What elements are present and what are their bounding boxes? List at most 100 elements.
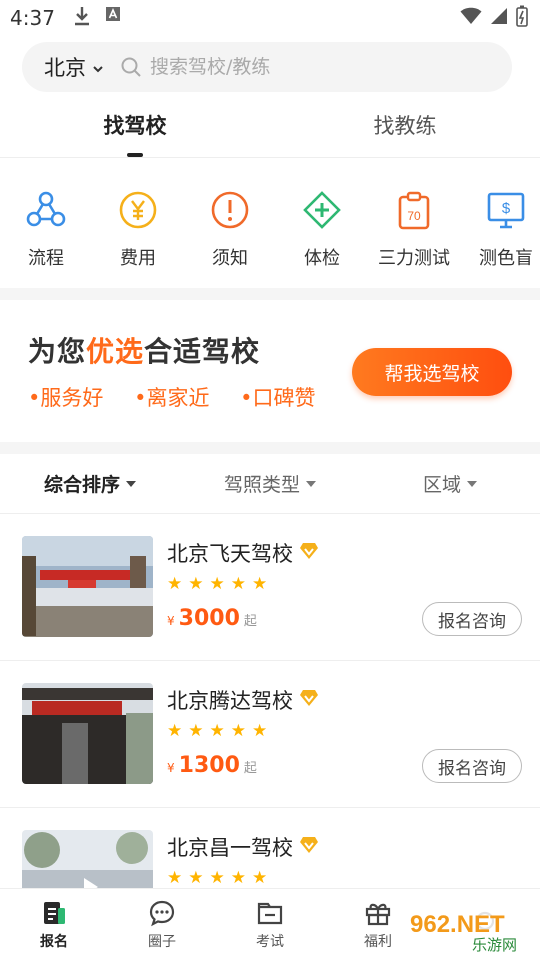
- filter-license-type[interactable]: 驾照类型: [180, 470, 360, 497]
- chat-bubble-icon: [149, 900, 175, 926]
- caret-down-icon: [306, 480, 316, 487]
- category-three-ability-test[interactable]: 70 三力测试: [368, 190, 460, 288]
- svg-text:乐游网: 乐游网: [472, 936, 517, 954]
- divider: [0, 442, 540, 454]
- caret-down-icon: [126, 480, 136, 487]
- filter-bar: 综合排序 驾照类型 区域: [0, 454, 540, 514]
- test-score-text: 70: [407, 209, 421, 223]
- verified-badge-icon: [299, 688, 319, 712]
- verified-badge-icon: [299, 541, 319, 565]
- star-icon: ★: [252, 721, 268, 741]
- yen-coin-icon: [119, 191, 157, 229]
- banner-features: •服务好 •离家近 •口碑赞: [28, 386, 316, 410]
- main-tabs: 找驾校 找教练: [0, 92, 540, 158]
- star-icon: ★: [230, 868, 246, 888]
- star-icon: ★: [167, 574, 183, 594]
- status-time: 4:37: [10, 6, 55, 30]
- star-icon: ★: [230, 574, 246, 594]
- exam-folder-icon: [257, 902, 283, 924]
- tab-label: 找驾校: [103, 113, 167, 138]
- verified-badge-icon: [299, 835, 319, 859]
- svg-text:$: $: [502, 200, 511, 217]
- school-item[interactable]: 北京飞天驾校 ★ ★ ★ ★ ★ ¥ 3000 起 报名咨询: [0, 514, 540, 661]
- exclamation-icon: [211, 191, 249, 229]
- choose-school-button[interactable]: 帮我选驾校: [352, 348, 512, 396]
- nav-label: 福利: [364, 933, 392, 950]
- medical-cross-icon: [303, 191, 341, 229]
- category-medical[interactable]: 体检: [276, 190, 368, 288]
- nav-label: 圈子: [148, 933, 176, 950]
- monitor-dollar-icon: $: [487, 192, 525, 229]
- school-name-row: 北京昌一驾校: [167, 832, 522, 862]
- test-clipboard-icon: 70: [398, 191, 430, 230]
- category-label: 流程: [28, 248, 64, 269]
- wifi-icon: [460, 7, 482, 29]
- battery-icon: [516, 5, 528, 31]
- search-icon: [120, 56, 142, 78]
- category-label: 测色盲: [479, 248, 533, 269]
- school-price: ¥ 3000 起: [167, 606, 257, 631]
- nav-label: 报名: [40, 933, 68, 950]
- screen: 4:37 北京 搜索驾校/教练 找驾校 找教练 流程 费用 须知 体检 70 三…: [0, 0, 540, 960]
- status-bar: 4:37: [0, 0, 540, 36]
- rating-stars: ★ ★ ★ ★ ★: [167, 721, 522, 741]
- signal-icon: [490, 7, 508, 29]
- star-icon: ★: [252, 868, 268, 888]
- rating-stars: ★ ★ ★ ★ ★: [167, 868, 522, 888]
- search-input[interactable]: [150, 56, 512, 78]
- flow-icon: [26, 191, 66, 227]
- tab-label: 找教练: [373, 113, 437, 138]
- school-name-row: 北京飞天驾校: [167, 538, 522, 568]
- star-icon: ★: [167, 868, 183, 888]
- star-icon: ★: [167, 721, 183, 741]
- category-fee[interactable]: 费用: [92, 190, 184, 288]
- tab-find-school[interactable]: 找驾校: [0, 92, 270, 157]
- consult-button[interactable]: 报名咨询: [422, 602, 522, 636]
- school-photo: [22, 536, 153, 637]
- school-price: ¥ 1300 起: [167, 753, 257, 778]
- consult-button[interactable]: 报名咨询: [422, 749, 522, 783]
- category-label: 三力测试: [378, 248, 450, 269]
- school-photo: [22, 683, 153, 784]
- category-color-blind[interactable]: $ 测色盲: [460, 190, 540, 288]
- nav-community[interactable]: 圈子: [108, 889, 216, 960]
- star-icon: ★: [230, 721, 246, 741]
- nav-exam[interactable]: 考试: [216, 889, 324, 960]
- star-icon: ★: [188, 868, 204, 888]
- category-flow[interactable]: 流程: [0, 190, 92, 288]
- chevron-down-icon: [92, 55, 104, 79]
- city-selector[interactable]: 北京: [44, 52, 104, 82]
- category-notice[interactable]: 须知: [184, 190, 276, 288]
- caret-down-icon: [467, 480, 477, 487]
- star-icon: ★: [209, 721, 225, 741]
- app-notification-icon: [105, 6, 121, 30]
- svg-text:962.NET: 962.NET: [410, 911, 505, 938]
- star-icon: ★: [209, 574, 225, 594]
- signup-doc-icon: [44, 901, 65, 924]
- gift-icon: [365, 903, 391, 925]
- banner-headline: 为您优选合适驾校: [28, 335, 261, 368]
- tab-find-coach[interactable]: 找教练: [270, 92, 540, 157]
- star-icon: ★: [252, 574, 268, 594]
- school-name: 北京腾达驾校: [167, 689, 293, 713]
- star-icon: ★: [209, 868, 225, 888]
- download-icon: [73, 6, 91, 30]
- category-label: 费用: [120, 248, 156, 269]
- star-icon: ★: [188, 574, 204, 594]
- school-item[interactable]: 北京腾达驾校 ★ ★ ★ ★ ★ ¥ 1300 起 报名咨询: [0, 661, 540, 808]
- tab-indicator: [127, 153, 143, 157]
- rating-stars: ★ ★ ★ ★ ★: [167, 574, 522, 594]
- nav-signup[interactable]: 报名: [0, 889, 108, 960]
- divider: [0, 288, 540, 300]
- search-bar: 北京: [22, 42, 512, 92]
- filter-sort[interactable]: 综合排序: [0, 470, 180, 497]
- recommend-banner[interactable]: 为您优选合适驾校 •服务好 •离家近 •口碑赞 帮我选驾校: [0, 300, 540, 442]
- watermark-logo: 962.NET 乐游网: [402, 904, 534, 956]
- category-label: 体检: [304, 248, 340, 269]
- filter-area[interactable]: 区域: [360, 470, 540, 497]
- school-name: 北京飞天驾校: [167, 542, 293, 566]
- nav-label: 考试: [256, 933, 284, 950]
- school-name-row: 北京腾达驾校: [167, 685, 522, 715]
- school-name: 北京昌一驾校: [167, 836, 293, 860]
- star-icon: ★: [188, 721, 204, 741]
